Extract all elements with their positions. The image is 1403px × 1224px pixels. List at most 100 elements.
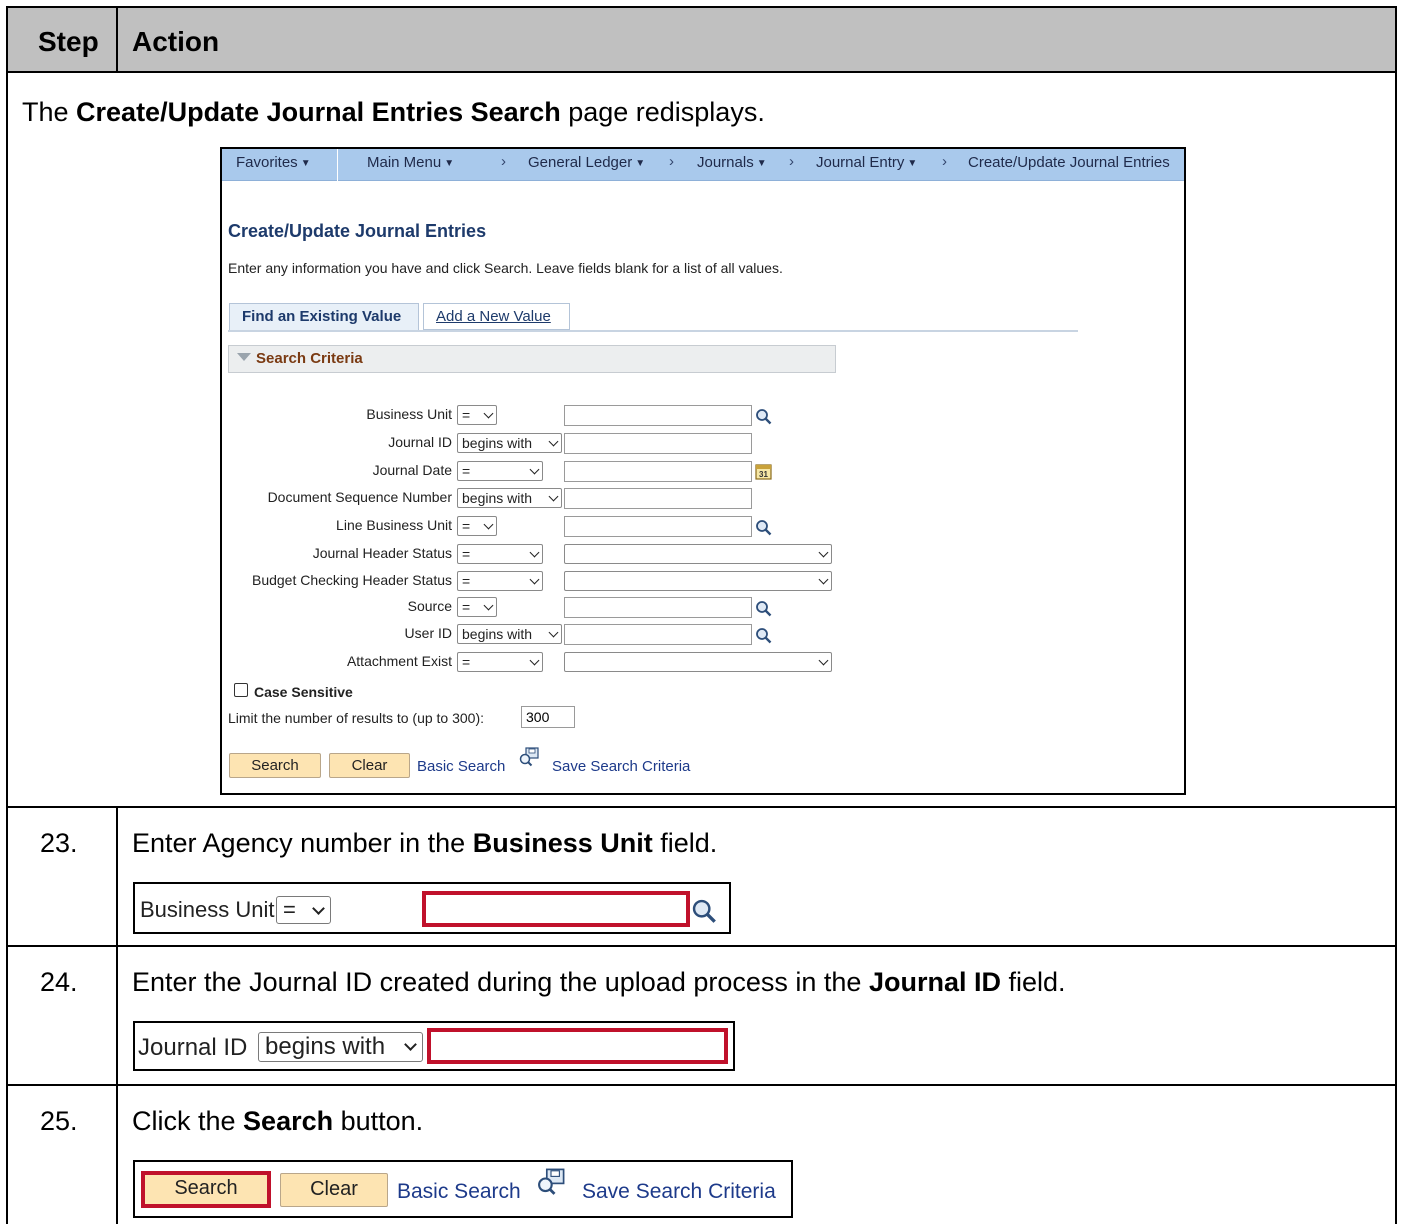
nav-favorites-label: Favorites <box>236 154 298 171</box>
document-sequence-number-operator[interactable]: begins with <box>457 488 562 508</box>
budget-checking-header-status-operator[interactable]: = <box>457 571 543 591</box>
source-label: Source <box>407 598 452 614</box>
step-text-bold: Business Unit <box>472 828 653 858</box>
chevron-down-icon <box>548 436 559 447</box>
nav-journal-entry[interactable]: Journal Entry ▼ <box>816 154 917 171</box>
source-input[interactable] <box>564 597 752 618</box>
crop-journal-id-operator[interactable]: begins with <box>258 1032 423 1062</box>
chevron-down-icon <box>312 902 325 915</box>
journal-id-crop: Journal ID begins with <box>133 1021 735 1071</box>
lookup-magnifier-icon[interactable] <box>755 600 772 617</box>
search-button[interactable]: Search <box>229 753 321 778</box>
chevron-down-icon <box>483 600 494 611</box>
document-sequence-number-label: Document Sequence Number <box>267 489 452 505</box>
document-sequence-number-input[interactable] <box>564 488 752 509</box>
attachment-exist-operator-value: = <box>462 654 471 670</box>
business-unit-operator[interactable]: = <box>457 405 497 425</box>
nav-journals[interactable]: Journals ▼ <box>697 154 767 171</box>
crop-operator-value: = <box>283 897 296 922</box>
nav-divider <box>337 149 338 181</box>
attachment-exist-select[interactable] <box>564 652 832 672</box>
limit-results-input[interactable]: 300 <box>521 706 575 728</box>
business-unit-input[interactable] <box>564 405 752 426</box>
step-text-pre: Enter Agency number in the <box>132 828 473 858</box>
chevron-down-icon <box>818 574 829 585</box>
lookup-magnifier-icon[interactable] <box>691 898 717 924</box>
row-divider <box>116 808 118 945</box>
intro-text: The Create/Update Journal Entries Search… <box>22 97 765 128</box>
chevron-down-icon <box>529 655 540 666</box>
header-divider <box>116 8 118 73</box>
intro-prefix: The <box>22 97 77 127</box>
step-text-pre: Click the <box>132 1106 244 1136</box>
line-business-unit-label: Line Business Unit <box>336 517 452 533</box>
chevron-right-icon: › <box>669 153 674 170</box>
lookup-magnifier-icon[interactable] <box>755 519 772 536</box>
dropdown-caret-icon: ▼ <box>907 158 918 169</box>
journal-id-input[interactable] <box>564 433 752 454</box>
crop-clear-button[interactable]: Clear <box>280 1173 388 1207</box>
chevron-down-icon <box>483 519 494 530</box>
calendar-icon[interactable]: 31 <box>755 463 772 480</box>
line-business-unit-operator[interactable]: = <box>457 516 497 536</box>
chevron-down-icon <box>818 655 829 666</box>
attachment-exist-operator[interactable]: = <box>457 652 543 672</box>
save-search-criteria-link[interactable]: Save Search Criteria <box>552 758 690 775</box>
tab-find-existing-value[interactable]: Find an Existing Value <box>229 303 419 330</box>
crop-operator-value: begins with <box>265 1033 386 1060</box>
save-search-icon[interactable] <box>518 747 540 767</box>
journal-id-label: Journal ID <box>388 434 452 450</box>
step-text-pre: Enter the Journal ID created during the … <box>132 967 869 997</box>
nav-general-ledger[interactable]: General Ledger ▼ <box>528 154 645 171</box>
highlighted-search-button[interactable]: Search <box>141 1171 271 1208</box>
user-id-label: User ID <box>404 625 452 641</box>
step-row-24: 24. Enter the Journal ID created during … <box>6 947 1397 1086</box>
journal-date-operator[interactable]: = <box>457 461 543 481</box>
nav-favorites[interactable]: Favorites ▼ <box>236 154 311 171</box>
highlighted-journal-id-input[interactable] <box>427 1028 728 1064</box>
instruction-document: Step Action The Create/Update Journal En… <box>6 6 1397 1224</box>
dropdown-caret-icon: ▼ <box>756 158 767 169</box>
nav-journal-entry-label: Journal Entry <box>816 154 905 171</box>
chevron-down-icon <box>548 491 559 502</box>
case-sensitive-checkbox[interactable] <box>234 683 248 697</box>
table-header: Step Action <box>6 6 1397 73</box>
save-search-icon[interactable] <box>535 1168 567 1196</box>
step-number: 25. <box>40 1106 78 1136</box>
journal-header-status-operator-value: = <box>462 546 471 562</box>
lookup-magnifier-icon[interactable] <box>755 627 772 644</box>
journal-date-label: Journal Date <box>372 462 452 478</box>
nav-main-menu[interactable]: Main Menu ▼ <box>367 154 454 171</box>
source-operator[interactable]: = <box>457 597 497 617</box>
tab-add-new-value[interactable]: Add a New Value <box>423 303 570 330</box>
search-criteria-label: Search Criteria <box>256 350 363 367</box>
crop-save-search-criteria-link[interactable]: Save Search Criteria <box>582 1180 776 1204</box>
journal-id-operator-value: begins with <box>462 435 533 451</box>
journal-id-operator[interactable]: begins with <box>457 433 562 453</box>
search-criteria-header[interactable]: Search Criteria <box>228 345 836 373</box>
step-text-post: field. <box>1000 967 1066 997</box>
line-business-unit-input[interactable] <box>564 516 752 537</box>
clear-button[interactable]: Clear <box>329 753 410 778</box>
step-instruction: Enter the Journal ID created during the … <box>132 967 1066 998</box>
user-id-operator[interactable]: begins with <box>457 624 562 644</box>
crop-basic-search-link[interactable]: Basic Search <box>397 1180 521 1204</box>
budget-checking-header-status-operator-value: = <box>462 573 471 589</box>
step-row-23: 23. Enter Agency number in the Business … <box>6 808 1397 947</box>
intro-suffix: page redisplays. <box>560 97 765 127</box>
nav-current-page[interactable]: Create/Update Journal Entries <box>968 154 1170 171</box>
step-text-post: field. <box>652 828 718 858</box>
journal-date-input[interactable] <box>564 461 752 482</box>
lookup-magnifier-icon[interactable] <box>755 408 772 425</box>
budget-checking-header-status-select[interactable] <box>564 571 832 591</box>
chevron-right-icon: › <box>789 153 794 170</box>
journal-header-status-operator[interactable]: = <box>457 544 543 564</box>
step-instruction: Click the Search button. <box>132 1106 423 1137</box>
crop-business-unit-operator[interactable]: = <box>276 896 331 924</box>
intro-bold: Create/Update Journal Entries Search <box>76 97 561 127</box>
highlighted-business-unit-input[interactable] <box>422 891 690 927</box>
user-id-input[interactable] <box>564 624 752 645</box>
journal-header-status-select[interactable] <box>564 544 832 564</box>
page-instructions: Enter any information you have and click… <box>228 260 783 276</box>
basic-search-link[interactable]: Basic Search <box>417 758 505 775</box>
